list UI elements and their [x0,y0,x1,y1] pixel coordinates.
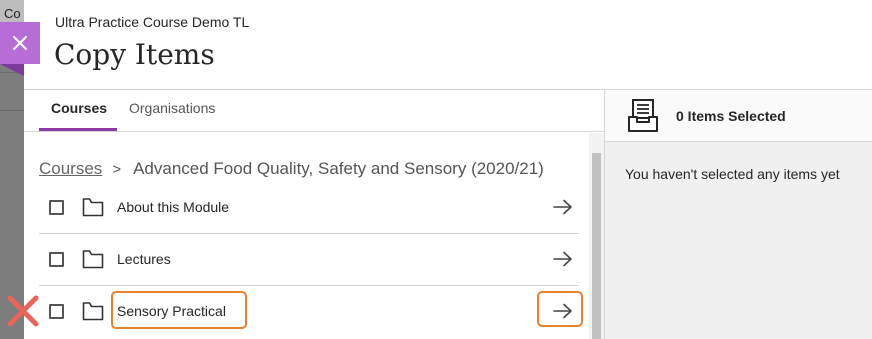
item-label[interactable]: Sensory Practical [117,303,226,319]
close-icon [13,36,27,50]
list-item: About this Module [39,183,579,234]
breadcrumb: Courses > Advanced Food Quality, Safety an… [39,159,544,179]
open-folder-button[interactable] [551,247,575,271]
breadcrumb-separator: > [112,161,122,178]
tab-organisations[interactable]: Organisations [129,100,215,116]
scrollbar-thumb[interactable] [592,153,601,339]
active-tab-indicator [39,128,117,131]
item-label[interactable]: Lectures [117,251,171,267]
scrollbar[interactable] [589,133,604,339]
selection-panel: 0 Items Selected You haven't selected an… [604,90,872,339]
list-item: Sensory Practical [39,287,583,338]
close-button[interactable] [0,22,40,64]
background-title: Co [4,6,21,21]
cross-mark-icon [7,295,39,327]
source-browser: Courses Organisations Courses > Advanced F… [24,90,604,339]
empty-selection-message: You haven't selected any items yet [625,166,840,182]
folder-icon [82,198,104,217]
selection-header: 0 Items Selected [605,90,872,142]
folder-icon [82,250,104,269]
tab-courses[interactable]: Courses [51,100,107,116]
breadcrumb-current: Advanced Food Quality, Safety and Sensor… [133,159,544,178]
arrow-right-icon [553,251,572,267]
background-divider [0,110,24,111]
item-label[interactable]: About this Module [117,199,229,215]
item-checkbox[interactable] [49,252,64,267]
arrow-right-icon [553,199,572,215]
course-name: Ultra Practice Course Demo TL [55,14,250,30]
list-item: Lectures [39,235,579,286]
item-checkbox[interactable] [49,200,64,215]
open-folder-button[interactable] [551,299,575,323]
item-list: Courses > Advanced Food Quality, Safety an… [24,133,589,339]
folder-icon [82,302,104,321]
item-checkbox[interactable] [49,304,64,319]
open-folder-button[interactable] [551,195,575,219]
copy-basket-icon [628,99,658,132]
tab-bar: Courses Organisations [24,90,604,132]
breadcrumb-courses-link[interactable]: Courses [39,159,102,178]
page-title: Copy Items [54,38,215,71]
arrow-right-icon [553,303,572,319]
selected-count: 0 Items Selected [676,108,786,124]
